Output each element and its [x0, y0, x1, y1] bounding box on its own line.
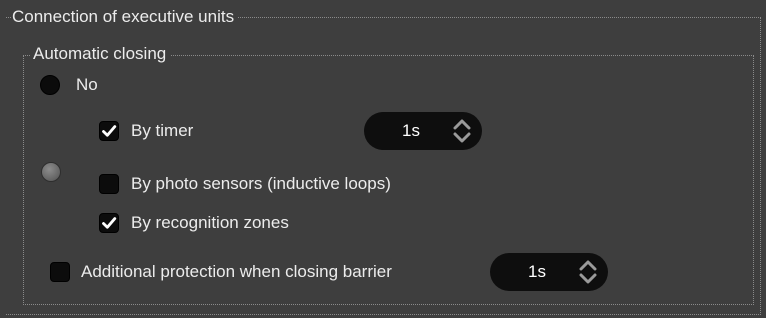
chevron-up-icon[interactable] [578, 259, 598, 271]
automatic-closing-title: Automatic closing [30, 44, 171, 64]
additional-protection-checkbox[interactable] [50, 262, 70, 282]
radio-no[interactable] [40, 75, 60, 95]
by-photo-sensors-label[interactable]: By photo sensors (inductive loops) [131, 173, 391, 195]
additional-protection-spinbox-value[interactable]: 1s [528, 261, 546, 283]
chevron-down-icon[interactable] [452, 132, 472, 144]
timer-spin-arrows [452, 118, 472, 144]
additional-protection-label[interactable]: Additional protection when closing barri… [81, 261, 392, 283]
radio-no-label[interactable]: No [76, 74, 98, 96]
additional-protection-spin-arrows [578, 259, 598, 285]
radio-custom[interactable] [41, 162, 61, 182]
by-recognition-zones-label[interactable]: By recognition zones [131, 212, 289, 234]
by-timer-checkbox[interactable] [99, 121, 119, 141]
checkmark-icon [102, 125, 117, 137]
chevron-down-icon[interactable] [578, 273, 598, 285]
by-photo-sensors-checkbox[interactable] [99, 174, 119, 194]
connection-group-title: Connection of executive units [12, 7, 239, 27]
additional-protection-spinbox[interactable]: 1s [490, 253, 608, 291]
by-recognition-zones-checkbox[interactable] [99, 213, 119, 233]
checkmark-icon [102, 217, 117, 229]
by-timer-label[interactable]: By timer [131, 120, 193, 142]
chevron-up-icon[interactable] [452, 118, 472, 130]
timer-spinbox[interactable]: 1s [364, 112, 482, 150]
timer-spinbox-value[interactable]: 1s [402, 120, 420, 142]
